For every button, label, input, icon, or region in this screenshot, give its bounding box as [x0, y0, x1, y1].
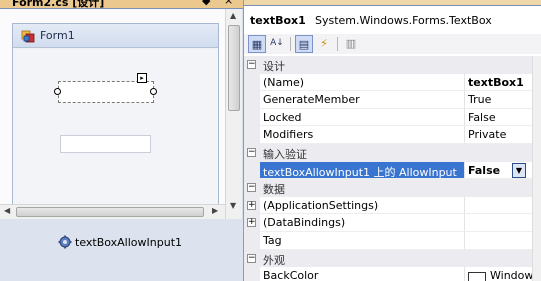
form-window[interactable]: Form1 [12, 23, 219, 213]
resize-handle-left[interactable] [54, 88, 61, 95]
property-name[interactable]: (DataBindings) [263, 216, 345, 229]
form-titlebar[interactable]: Form1 [13, 24, 218, 48]
alphabetical-icon[interactable]: A↓ [268, 35, 286, 53]
scroll-up-icon[interactable]: ▲ [230, 11, 236, 20]
expand-icon[interactable]: + [247, 200, 256, 210]
textbox1-selected[interactable] [58, 81, 154, 103]
row-gutter [244, 73, 260, 92]
close-icon[interactable]: × [224, 0, 233, 7]
property-grid: − 设计 (Name) textBox1 GenerateMember True Locke… [244, 56, 533, 281]
scroll-thumb[interactable] [228, 25, 240, 111]
property-category[interactable]: − 数据 [244, 179, 532, 197]
object-selector[interactable]: textBox1 System.Windows.Forms.TextBox [246, 9, 540, 31]
category-label: 外观 [263, 253, 285, 267]
tray-component-label[interactable]: textBoxAllowInput1 [75, 236, 182, 249]
property-category[interactable]: − 输入验证 [244, 144, 532, 162]
resize-handle-right[interactable] [150, 88, 157, 95]
categorized-icon[interactable]: ▦ [248, 35, 266, 53]
scroll-down-icon[interactable]: ▼ [230, 201, 236, 210]
form-designer: Form2.cs [设计] ◆ × Form1 ▸ ▲ ▼ ◀ ▶ textBo… [0, 0, 243, 281]
row-gutter [244, 108, 260, 127]
row-gutter [244, 126, 260, 144]
property-value[interactable]: Window [490, 269, 533, 281]
property-pages-icon[interactable]: ▥ [342, 35, 360, 53]
property-value[interactable]: textBox1 [468, 76, 524, 89]
form-client-area[interactable] [13, 49, 218, 213]
category-label: 设计 [263, 60, 285, 73]
row-gutter [244, 232, 260, 250]
property-value[interactable]: True [468, 93, 491, 106]
column-divider [464, 232, 465, 250]
property-row[interactable]: BackColor Window [244, 267, 533, 281]
properties-toolbar: ▦ A↓ ▤ ⚡ ▥ [244, 34, 541, 54]
designer-horizontal-scrollbar[interactable]: ◀ ▶ [0, 204, 225, 219]
property-row[interactable]: (Name) textBox1 [244, 73, 532, 92]
design-surface: Form1 ▸ [0, 9, 225, 213]
properties-window: textBox1 System.Windows.Forms.TextBox ▦ … [243, 0, 541, 281]
property-row[interactable]: + (ApplicationSettings) [244, 196, 532, 215]
property-row[interactable]: textBoxAllowInput1 上的 AllowInput False ▼ [244, 161, 532, 180]
expand-icon[interactable]: + [247, 218, 256, 228]
collapse-icon[interactable]: − [247, 253, 256, 263]
property-name[interactable]: (Name) [263, 76, 304, 89]
property-row[interactable]: Modifiers Private [244, 126, 532, 144]
property-value[interactable]: False [468, 111, 496, 124]
toolbar-separator [290, 37, 291, 51]
scroll-right-icon[interactable]: ▶ [212, 206, 218, 215]
column-divider [464, 91, 465, 109]
color-swatch [468, 272, 486, 281]
property-name[interactable]: GenerateMember [263, 93, 360, 106]
collapse-icon[interactable]: − [247, 148, 256, 157]
property-row[interactable]: GenerateMember True [244, 91, 532, 109]
property-name[interactable]: Locked [263, 111, 301, 124]
property-row[interactable]: Tag [244, 232, 532, 250]
column-divider [464, 196, 465, 215]
form-icon [21, 30, 35, 43]
property-grid-scrollbar[interactable] [532, 56, 541, 281]
object-name: textBox1 [250, 14, 306, 27]
property-name[interactable]: BackColor [263, 269, 318, 281]
category-label: 输入验证 [263, 148, 307, 161]
property-name[interactable]: textBoxAllowInput1 上的 AllowInput [263, 164, 457, 180]
form-title: Form1 [40, 29, 75, 42]
column-divider [464, 161, 465, 180]
column-divider [464, 126, 465, 144]
collapse-icon[interactable]: − [247, 60, 256, 69]
gear-icon[interactable] [58, 235, 72, 249]
property-value[interactable]: False [468, 164, 500, 177]
property-row[interactable]: Locked False [244, 108, 532, 127]
column-divider [464, 267, 465, 281]
scroll-left-icon[interactable]: ◀ [4, 206, 10, 215]
property-name[interactable]: Modifiers [263, 128, 313, 141]
smart-tag-icon[interactable]: ▸ [137, 73, 147, 83]
property-name[interactable]: Tag [263, 234, 282, 247]
tab-dropdown-icon[interactable]: ◆ [202, 0, 210, 7]
toolbar-separator [337, 37, 338, 51]
designer-document-tab[interactable]: Form2.cs [设计] ◆ × [0, 0, 243, 9]
properties-icon[interactable]: ▤ [295, 35, 313, 53]
designer-vertical-scrollbar[interactable]: ▲ ▼ [225, 9, 242, 219]
property-value[interactable]: Private [468, 128, 506, 141]
scroll-thumb[interactable] [16, 207, 204, 217]
property-row[interactable]: + (DataBindings) [244, 214, 532, 232]
collapse-icon[interactable]: − [247, 183, 256, 193]
property-name[interactable]: (ApplicationSettings) [263, 199, 378, 212]
property-category[interactable]: − 设计 [244, 56, 532, 74]
properties-titlebar [244, 0, 541, 6]
column-divider [464, 73, 465, 92]
property-category[interactable]: − 外观 [244, 249, 532, 268]
component-tray: textBoxAllowInput1 [0, 219, 243, 281]
row-gutter [244, 161, 260, 180]
object-type: System.Windows.Forms.TextBox [315, 14, 492, 27]
column-divider [464, 214, 465, 232]
category-label: 数据 [263, 183, 285, 197]
column-divider [464, 108, 465, 127]
events-icon[interactable]: ⚡ [315, 35, 333, 53]
textbox2[interactable] [60, 135, 151, 153]
value-dropdown-button[interactable]: ▼ [512, 162, 526, 178]
row-gutter [244, 91, 260, 109]
row-gutter [244, 267, 260, 281]
